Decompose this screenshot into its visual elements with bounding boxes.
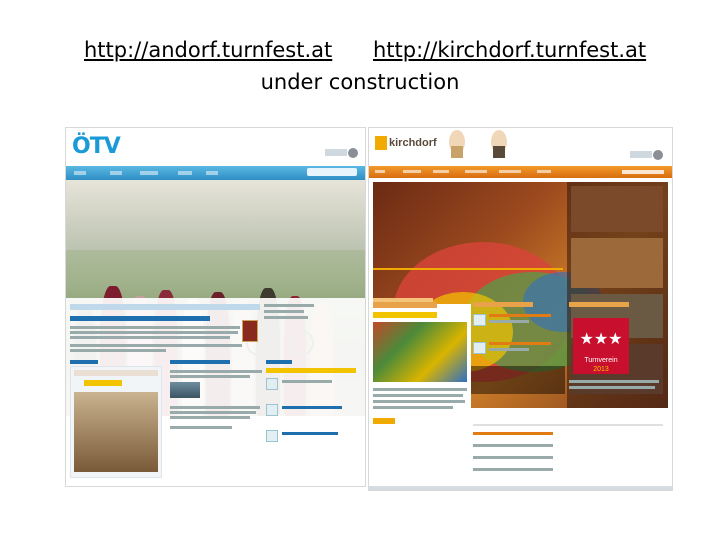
slide-subtitle: under construction (260, 70, 460, 94)
otv-emblem-icon (630, 150, 663, 160)
kirchdorf-logo-icon (375, 136, 387, 150)
gymnast-banner-icon (449, 130, 507, 158)
turnverein-seal-icon: ★★★ Turnverein 2013 (573, 318, 629, 374)
svg-text:2013: 2013 (593, 366, 609, 373)
kirchdorf-logo: kirchdorf (389, 137, 437, 149)
andorf-nav-bar (66, 166, 365, 180)
andorf-link[interactable]: http://andorf.turnfest.at (84, 38, 332, 62)
andorf-website-screenshot: ÖTV (66, 128, 365, 486)
atv-logo: ÖTV (72, 134, 121, 159)
kirchdorf-nav-bar (369, 166, 672, 178)
svg-text:Turnverein: Turnverein (584, 357, 617, 364)
svg-text:★★★: ★★★ (579, 329, 622, 348)
andorf-content-area (66, 298, 365, 486)
otv-emblem-icon (325, 148, 358, 158)
andorf-header: ÖTV (66, 128, 365, 166)
kirchdorf-website-screenshot: kirchdorf ★★★ Turnverein 2013 (369, 128, 672, 490)
kirchdorf-link[interactable]: http://kirchdorf.turnfest.at (373, 38, 646, 62)
